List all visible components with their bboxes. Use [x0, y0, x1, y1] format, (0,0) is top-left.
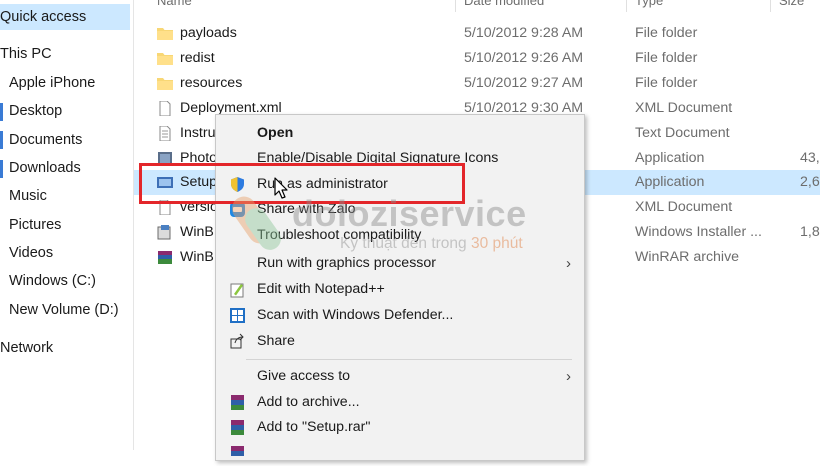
pin-marker [0, 131, 3, 149]
file-name: redist [180, 50, 215, 66]
nav-documents[interactable]: Documents [9, 127, 82, 153]
file-name: payloads [180, 25, 237, 41]
nav-this-pc-label: This PC [0, 46, 52, 62]
file-type: Application [635, 150, 705, 166]
menu-item-label: Edit with Notepad++ [257, 281, 385, 297]
nav-network-label: Network [0, 340, 54, 356]
document-icon [159, 101, 171, 116]
menu-item-label: Troubleshoot compatibility [257, 227, 422, 243]
nav-videos[interactable]: Videos [9, 240, 53, 266]
menu-item-label: Run with graphics processor [257, 255, 436, 271]
menu-item-open[interactable]: Open [216, 121, 584, 146]
file-row[interactable]: resources 5/10/2012 9:27 AM File folder [134, 71, 820, 96]
file-type: WinRAR archive [635, 249, 740, 265]
folder-icon [157, 78, 173, 90]
menu-item-label: Add to "Setup.rar" [257, 419, 371, 435]
file-type: File folder [635, 25, 698, 41]
nav-label: Videos [9, 245, 54, 261]
winrar-icon [231, 395, 244, 410]
nav-label: Pictures [9, 217, 62, 233]
nav-label: Downloads [9, 160, 81, 176]
column-date-header[interactable]: Date modified [464, 0, 544, 8]
file-type: Windows Installer ... [635, 224, 762, 240]
folder-icon [157, 53, 173, 65]
folder-icon [157, 28, 173, 40]
nav-new-volume-d[interactable]: New Volume (D:) [9, 297, 119, 323]
file-name: WinB [180, 224, 214, 240]
text-file-icon [159, 126, 171, 141]
windows-defender-icon [230, 308, 245, 323]
file-name: WinB [180, 249, 214, 265]
nav-music[interactable]: Music [9, 183, 47, 209]
winrar-icon [231, 446, 244, 456]
file-name: Instru [180, 125, 216, 141]
nav-pictures[interactable]: Pictures [9, 212, 61, 238]
menu-item-label: Scan with Windows Defender... [257, 307, 454, 323]
column-header: Name Date modified Type Size [134, 0, 820, 12]
nav-apple-iphone[interactable]: Apple iPhone [9, 70, 95, 96]
nav-label: Windows (C:) [9, 273, 97, 289]
nav-label: New Volume (D:) [9, 302, 119, 318]
installer-icon [157, 225, 171, 240]
file-type: XML Document [635, 199, 733, 215]
nav-windows-c[interactable]: Windows (C:) [9, 268, 96, 294]
file-type: File folder [635, 50, 698, 66]
column-divider[interactable] [626, 0, 627, 12]
nav-label: Apple iPhone [9, 75, 96, 91]
column-size-header[interactable]: Size [779, 0, 804, 8]
winrar-icon [231, 420, 244, 435]
menu-item-scan-defender[interactable]: Scan with Windows Defender... [216, 303, 584, 328]
column-name-header[interactable]: Name [157, 0, 192, 8]
menu-separator [246, 359, 572, 360]
nav-network[interactable]: Network [0, 335, 53, 361]
nav-quick-access[interactable]: Quick access [0, 4, 130, 30]
menu-item-share[interactable]: Share [216, 329, 584, 354]
menu-item-label: Share [257, 333, 295, 349]
nav-label: Music [9, 188, 47, 204]
pin-marker [0, 160, 3, 178]
pin-marker [0, 103, 3, 121]
file-row[interactable]: payloads 5/10/2012 9:28 AM File folder [134, 21, 820, 46]
file-type: Application [635, 174, 705, 190]
file-size: 2,6 [800, 174, 820, 190]
mouse-cursor-icon [274, 177, 288, 199]
nav-downloads[interactable]: Downloads [9, 155, 81, 181]
navigation-pane: Quick access This PC Apple iPhone Deskto… [0, 0, 134, 450]
file-size: 43,7 [800, 150, 820, 166]
file-date: 5/10/2012 9:28 AM [464, 25, 584, 41]
file-size: 1,8 [800, 224, 820, 240]
nav-label: Desktop [9, 103, 63, 119]
menu-item-label: Open [257, 125, 294, 141]
menu-item-add-setup-rar[interactable]: Add to "Setup.rar" [216, 415, 584, 440]
file-date: 5/10/2012 9:26 AM [464, 50, 584, 66]
nav-label: Documents [9, 132, 83, 148]
chevron-right-icon: › [566, 255, 571, 272]
nav-desktop[interactable]: Desktop [9, 98, 62, 124]
column-divider[interactable] [770, 0, 771, 12]
menu-item-label: Add to archive... [257, 394, 360, 410]
file-type: Text Document [635, 125, 730, 141]
menu-item-run-graphics[interactable]: Run with graphics processor › [216, 251, 584, 276]
menu-item-edit-notepadpp[interactable]: Edit with Notepad++ [216, 277, 584, 302]
menu-item-add-archive[interactable]: Add to archive... [216, 390, 584, 415]
chevron-right-icon: › [566, 368, 571, 385]
menu-item-troubleshoot[interactable]: Troubleshoot compatibility [216, 223, 584, 248]
file-type: File folder [635, 75, 698, 91]
menu-item-give-access[interactable]: Give access to › [216, 364, 584, 389]
menu-item-partial[interactable] [216, 441, 584, 466]
column-divider[interactable] [455, 0, 456, 12]
column-type-header[interactable]: Type [635, 0, 663, 8]
nav-this-pc[interactable]: This PC [0, 41, 52, 67]
winrar-icon [158, 251, 172, 264]
menu-item-label: Give access to [257, 368, 351, 384]
nav-quick-access-label: Quick access [0, 9, 87, 25]
file-name: resources [180, 75, 243, 91]
file-date: 5/10/2012 9:27 AM [464, 75, 584, 91]
file-row[interactable]: redist 5/10/2012 9:26 AM File folder [134, 46, 820, 71]
file-type: XML Document [635, 100, 733, 116]
share-icon [230, 333, 244, 349]
notepad-plus-plus-icon [230, 283, 244, 298]
highlight-box [139, 163, 465, 204]
